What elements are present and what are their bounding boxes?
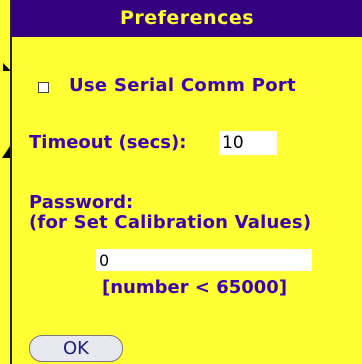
- serial-comm-label[interactable]: Use Serial Comm Port: [69, 75, 296, 96]
- timeout-label: Timeout (secs):: [29, 132, 187, 153]
- password-label: Password:: [29, 192, 134, 213]
- dialog-title: Preferences: [12, 0, 362, 37]
- window-edge-marker: [2, 146, 10, 158]
- password-hint: [number < 65000]: [102, 277, 288, 298]
- password-subtitle: (for Set Calibration Values): [29, 212, 312, 233]
- timeout-input[interactable]: [219, 131, 277, 155]
- ok-button[interactable]: OK: [29, 335, 123, 362]
- password-input[interactable]: [96, 249, 312, 271]
- preferences-dialog: Preferences Use Serial Comm Port Timeout…: [10, 0, 362, 364]
- serial-comm-checkbox[interactable]: [38, 82, 49, 93]
